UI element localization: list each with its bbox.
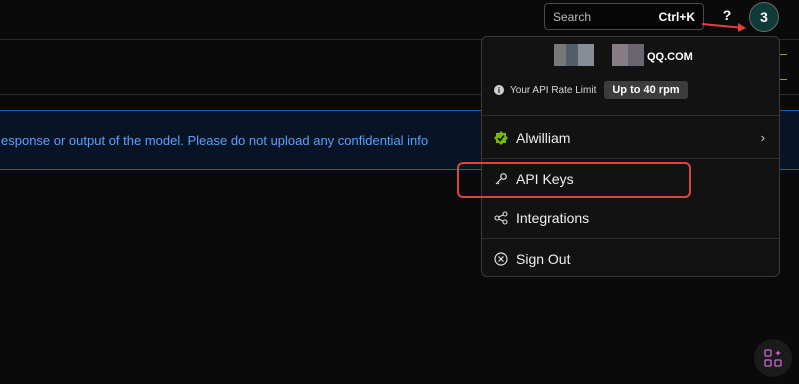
menu-item-sign-out[interactable]: Sign Out [482, 238, 779, 278]
menu-item-label: API Keys [516, 170, 574, 187]
top-bar: Search Ctrl+K ? 3 [0, 0, 799, 40]
verified-badge-icon [494, 131, 508, 145]
account-header: QQ.COM i Your API Rate Limit Up to 40 rp… [482, 37, 779, 116]
redacted-email-image [612, 44, 644, 66]
menu-item-label: Integrations [516, 210, 590, 226]
menu-item-integrations[interactable]: Integrations [482, 198, 779, 238]
chevron-right-icon: › [760, 130, 765, 145]
menu-item-profile[interactable]: Alwilliam › [482, 118, 779, 158]
search-input[interactable]: Search Ctrl+K [544, 3, 704, 30]
annotation-arrow-icon [701, 23, 746, 32]
search-shortcut: Ctrl+K [658, 9, 695, 24]
notice-text: esponse or output of the model. Please d… [1, 132, 429, 148]
key-icon [494, 172, 508, 186]
avatar[interactable]: 3 [749, 2, 779, 32]
account-email: QQ.COM [647, 51, 693, 63]
apps-button[interactable] [754, 339, 792, 377]
menu-item-label: Sign Out [516, 250, 571, 267]
account-menu: QQ.COM i Your API Rate Limit Up to 40 rp… [481, 36, 780, 277]
share-nodes-icon [494, 211, 508, 225]
menu-item-label: Alwilliam [516, 130, 571, 146]
rate-limit-row: i Your API Rate Limit Up to 40 rpm [494, 81, 688, 99]
redacted-name-image [554, 44, 594, 66]
info-icon: i [494, 85, 504, 95]
close-circle-icon [494, 251, 508, 266]
apps-sparkle-icon [764, 349, 782, 367]
rate-limit-label: Your API Rate Limit [510, 84, 597, 96]
rate-limit-badge: Up to 40 rpm [604, 81, 688, 99]
search-placeholder: Search [553, 9, 592, 24]
menu-item-api-keys[interactable]: API Keys [482, 158, 779, 198]
